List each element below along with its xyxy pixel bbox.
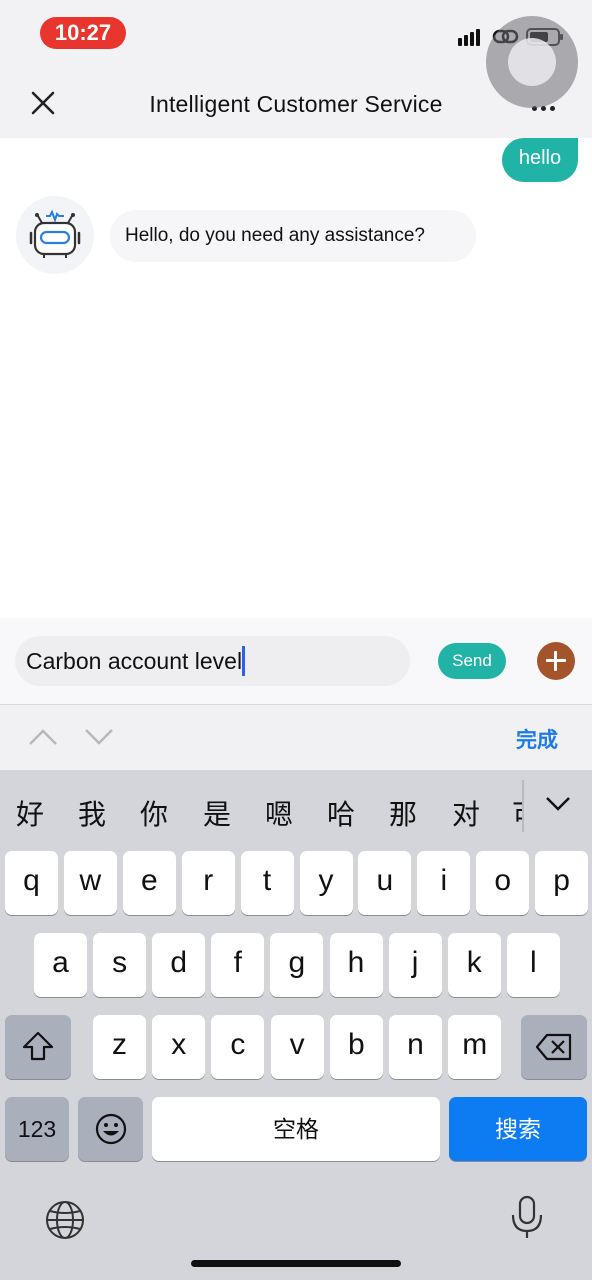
key-c[interactable]: c	[211, 1015, 265, 1079]
done-button[interactable]: 完成	[516, 724, 558, 754]
key-a[interactable]: a	[34, 933, 87, 997]
key-q[interactable]: q	[5, 851, 58, 915]
candidate-word[interactable]: 嗯	[265, 793, 293, 833]
candidate-word[interactable]: 好	[16, 793, 44, 833]
space-key[interactable]: 空格	[152, 1097, 440, 1161]
plus-icon[interactable]	[537, 642, 575, 680]
key-v[interactable]: v	[270, 1015, 324, 1079]
key-y[interactable]: y	[299, 851, 353, 915]
chevron-down-icon[interactable]	[84, 728, 114, 746]
key-x[interactable]: x	[152, 1015, 206, 1079]
message-input[interactable]: Carbon account level	[15, 636, 410, 686]
candidate-word[interactable]: 哈	[327, 793, 355, 833]
key-o[interactable]: o	[476, 851, 530, 915]
key-b[interactable]: b	[329, 1015, 383, 1079]
key-l[interactable]: l	[506, 933, 560, 997]
mic-icon[interactable]	[510, 1195, 544, 1241]
key-j[interactable]: j	[388, 933, 442, 997]
key-t[interactable]: t	[240, 851, 294, 915]
key-z[interactable]: z	[93, 1015, 146, 1079]
key-w[interactable]: w	[63, 851, 117, 915]
key-u[interactable]: u	[358, 851, 412, 915]
globe-icon[interactable]	[44, 1199, 86, 1241]
shift-key[interactable]	[5, 1015, 71, 1079]
message-input-value: Carbon account level	[26, 648, 243, 674]
key-i[interactable]: i	[417, 851, 471, 915]
send-button[interactable]: Send	[438, 643, 506, 679]
chevron-down-icon[interactable]	[545, 796, 571, 812]
bot-message-bubble: Hello, do you need any assistance?	[110, 210, 476, 262]
candidate-word[interactable]: 是	[203, 793, 231, 833]
backspace-icon	[535, 1033, 572, 1061]
key-k[interactable]: k	[447, 933, 501, 997]
candidate-word[interactable]: 可	[512, 793, 522, 833]
key-f[interactable]: f	[211, 933, 265, 997]
candidate-word[interactable]: 对	[452, 793, 480, 833]
key-r[interactable]: r	[181, 851, 235, 915]
candidate-divider	[522, 780, 524, 832]
candidate-word[interactable]: 你	[140, 793, 168, 833]
key-s[interactable]: s	[93, 933, 147, 997]
key-h[interactable]: h	[329, 933, 383, 997]
home-indicator	[191, 1260, 401, 1267]
key-e[interactable]: e	[122, 851, 176, 915]
backspace-key[interactable]	[521, 1015, 587, 1079]
emoji-icon	[95, 1113, 126, 1145]
key-n[interactable]: n	[389, 1015, 442, 1079]
emoji-key[interactable]	[78, 1097, 143, 1161]
key-p[interactable]: p	[535, 851, 589, 915]
text-caret	[242, 645, 246, 676]
key-m[interactable]: m	[448, 1015, 502, 1079]
signal-icon	[458, 28, 482, 46]
numbers-key[interactable]: 123	[5, 1097, 69, 1161]
user-message-bubble: hello	[502, 138, 578, 182]
candidate-word[interactable]: 那	[389, 793, 417, 833]
status-time: 10:27	[40, 17, 126, 49]
assistive-touch-button[interactable]	[486, 16, 578, 108]
key-d[interactable]: d	[152, 933, 206, 997]
candidate-word[interactable]: 我	[78, 793, 106, 833]
shift-icon	[22, 1031, 54, 1061]
search-key[interactable]: 搜索	[449, 1097, 587, 1161]
key-g[interactable]: g	[270, 933, 324, 997]
chevron-up-icon[interactable]	[28, 728, 58, 746]
robot-avatar-icon	[16, 196, 94, 274]
